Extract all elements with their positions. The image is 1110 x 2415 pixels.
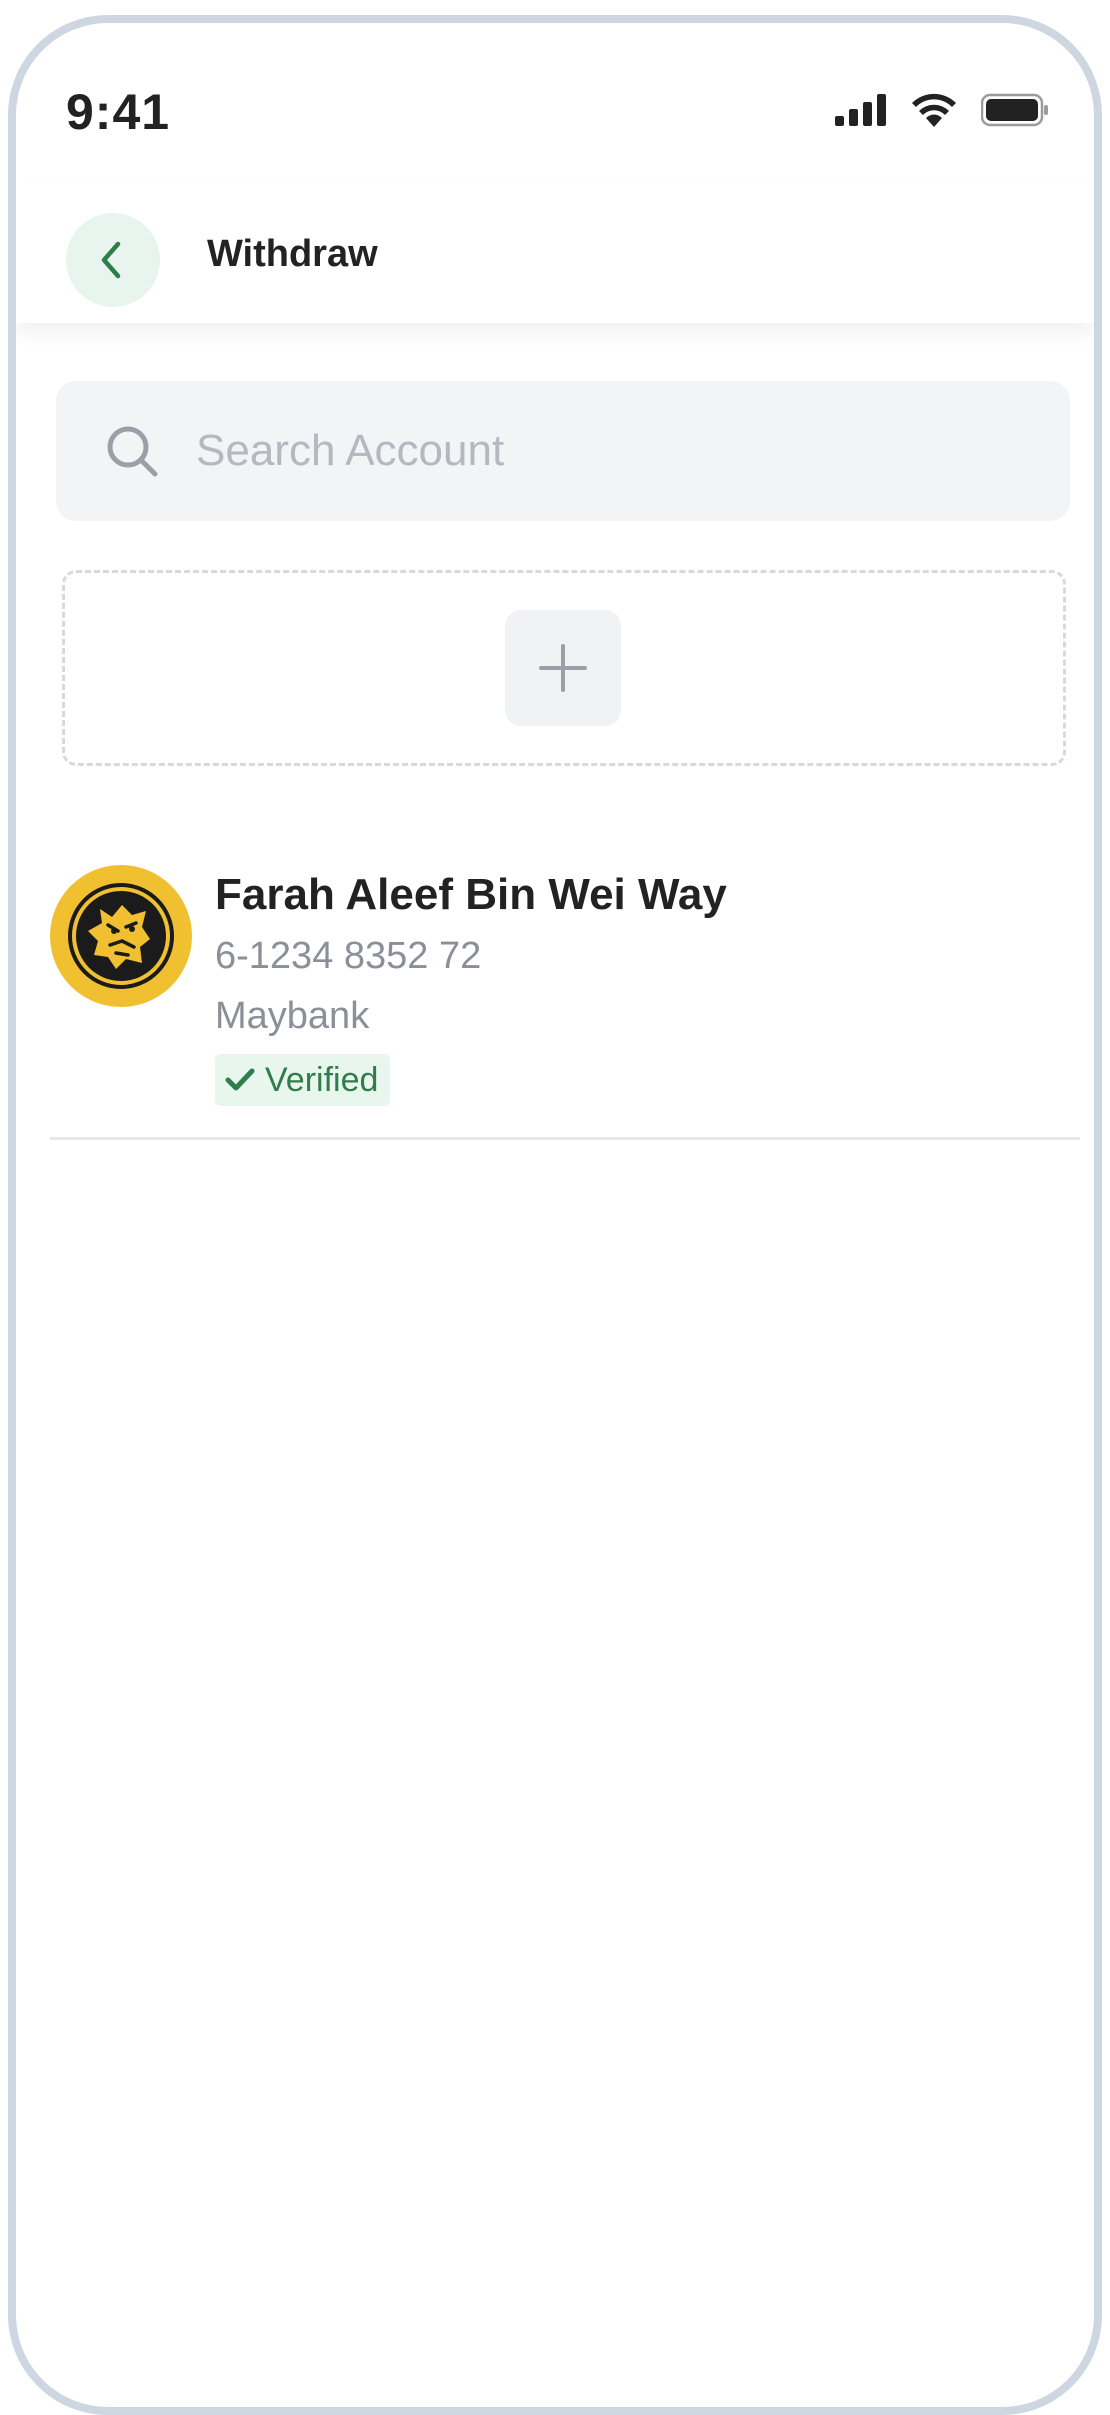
search-icon [107, 426, 158, 477]
plus-icon [539, 644, 587, 692]
maybank-tiger-logo [50, 865, 192, 1007]
status-bar: 9:41 [16, 23, 1094, 183]
check-icon [225, 1068, 255, 1091]
add-account-button[interactable] [505, 610, 621, 726]
signal-icon [835, 94, 886, 126]
status-time: 9:41 [66, 84, 171, 140]
page-title: Withdraw [207, 233, 378, 275]
back-button[interactable] [66, 213, 160, 307]
wifi-icon [912, 93, 956, 127]
add-account-area[interactable] [62, 570, 1066, 766]
list-divider [50, 1137, 1080, 1140]
chevron-left-icon [101, 241, 121, 279]
battery-icon [981, 93, 1048, 127]
account-holder-name: Farah Aleef Bin Wei Way [215, 870, 727, 919]
verified-label: Verified [265, 1060, 379, 1099]
search-input[interactable] [194, 425, 1018, 477]
phone-frame: 9:41 Withdraw Search Account Farah Aleef… [8, 15, 1102, 2415]
bank-name: Maybank [215, 995, 370, 1037]
app-header: Withdraw [16, 183, 1094, 323]
account-list-item[interactable]: Farah Aleef Bin Wei Way 6-1234 8352 72 M… [50, 845, 1080, 1155]
account-number: 6-1234 8352 72 [215, 935, 482, 977]
verified-badge: Verified [215, 1054, 391, 1106]
status-icons [835, 93, 1049, 127]
search-bar[interactable] [56, 381, 1070, 521]
